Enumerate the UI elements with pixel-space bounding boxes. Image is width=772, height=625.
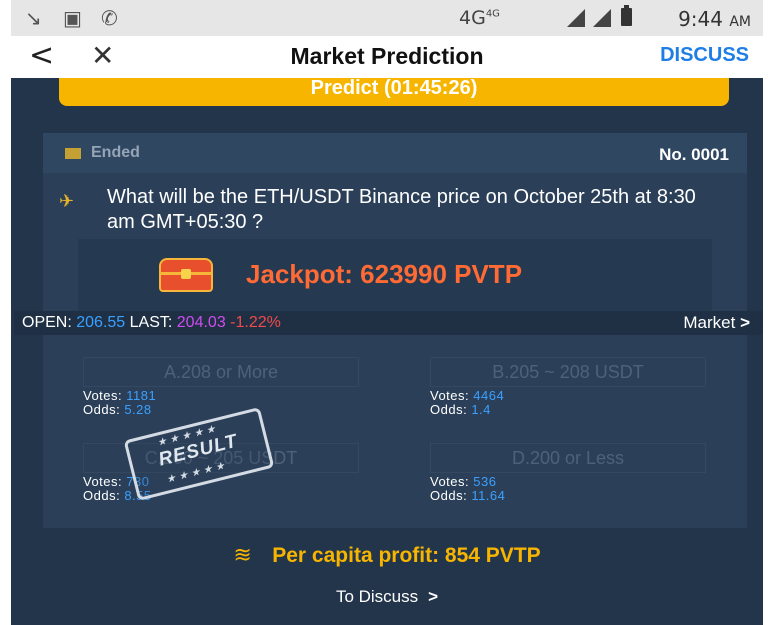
last-price: 204.03 bbox=[176, 314, 226, 331]
clock: 9:44 AM bbox=[678, 7, 751, 31]
option-votes: Votes: 1181 bbox=[83, 388, 157, 403]
option-odds: Odds: 11.64 bbox=[430, 488, 506, 503]
nav-bar: < ✕ Market Prediction DISCUSS bbox=[11, 36, 763, 78]
app-screen: ↘ ▣ ✆ 4G4G 9:44 AM < ✕ Market Prediction… bbox=[11, 0, 763, 625]
page-title: Market Prediction bbox=[290, 43, 484, 69]
option-label[interactable]: A.208 or More bbox=[83, 357, 359, 387]
price-change: -1.22% bbox=[230, 314, 281, 331]
missed-call-icon: ↘ bbox=[25, 6, 42, 30]
profit-text: Per capita profit: 854 PVTP bbox=[272, 543, 541, 567]
option-votes: Votes: 536 bbox=[430, 474, 497, 489]
flag-icon bbox=[65, 148, 81, 159]
treasure-chest-icon bbox=[159, 258, 213, 292]
market-link[interactable]: Market > bbox=[683, 313, 750, 333]
discuss-button[interactable]: DISCUSS bbox=[660, 44, 749, 67]
jackpot-amount: Jackpot: 623990 PVTP bbox=[246, 259, 523, 289]
signal-icon bbox=[567, 9, 585, 27]
option-votes: Votes: 4464 bbox=[430, 388, 505, 403]
to-discuss-link[interactable]: To Discuss > bbox=[11, 587, 763, 607]
battery-icon bbox=[621, 5, 632, 26]
option-odds: Odds: 5.28 bbox=[83, 402, 152, 417]
chevron-right-icon: > bbox=[740, 313, 750, 332]
price-bar: OPEN: 206.55 LAST: 204.03 -1.22% Market … bbox=[14, 311, 763, 335]
phone-icon: ✆ bbox=[101, 6, 118, 30]
option-label[interactable]: B.205 ~ 208 USDT bbox=[430, 357, 706, 387]
result-stamp: ★ ★ ★ ★ ★ RESULT ★ ★ ★ ★ ★ bbox=[123, 406, 275, 502]
question-text: What will be the ETH/USDT Binance price … bbox=[107, 186, 696, 233]
signal-icon bbox=[593, 9, 611, 27]
card-number: No. 0001 bbox=[659, 145, 729, 164]
card-header: Ended No. 0001 bbox=[43, 133, 747, 173]
prediction-card: Ended No. 0001 ✈ What will be the ETH/US… bbox=[14, 133, 763, 528]
status-badge: Ended bbox=[91, 144, 140, 161]
option-label[interactable]: D.200 or Less bbox=[430, 443, 706, 473]
question-star-icon: ✈ bbox=[59, 191, 75, 212]
status-bar: ↘ ▣ ✆ 4G4G 9:44 AM bbox=[11, 0, 763, 36]
predict-button[interactable]: Predict (01:45:26) bbox=[59, 78, 729, 106]
open-price: 206.55 bbox=[76, 314, 126, 331]
chevron-right-icon: > bbox=[428, 587, 439, 606]
profit-summary: ≋ Per capita profit: 854 PVTP bbox=[11, 543, 763, 568]
price-summary: OPEN: 206.55 LAST: 204.03 -1.22% bbox=[22, 314, 281, 331]
option-odds: Odds: 1.4 bbox=[430, 402, 491, 417]
coins-icon: ≋ bbox=[233, 543, 252, 568]
network-indicator: 4G4G bbox=[459, 7, 500, 29]
image-icon: ▣ bbox=[63, 6, 82, 30]
jackpot-panel: Jackpot: 623990 PVTP bbox=[78, 239, 712, 311]
